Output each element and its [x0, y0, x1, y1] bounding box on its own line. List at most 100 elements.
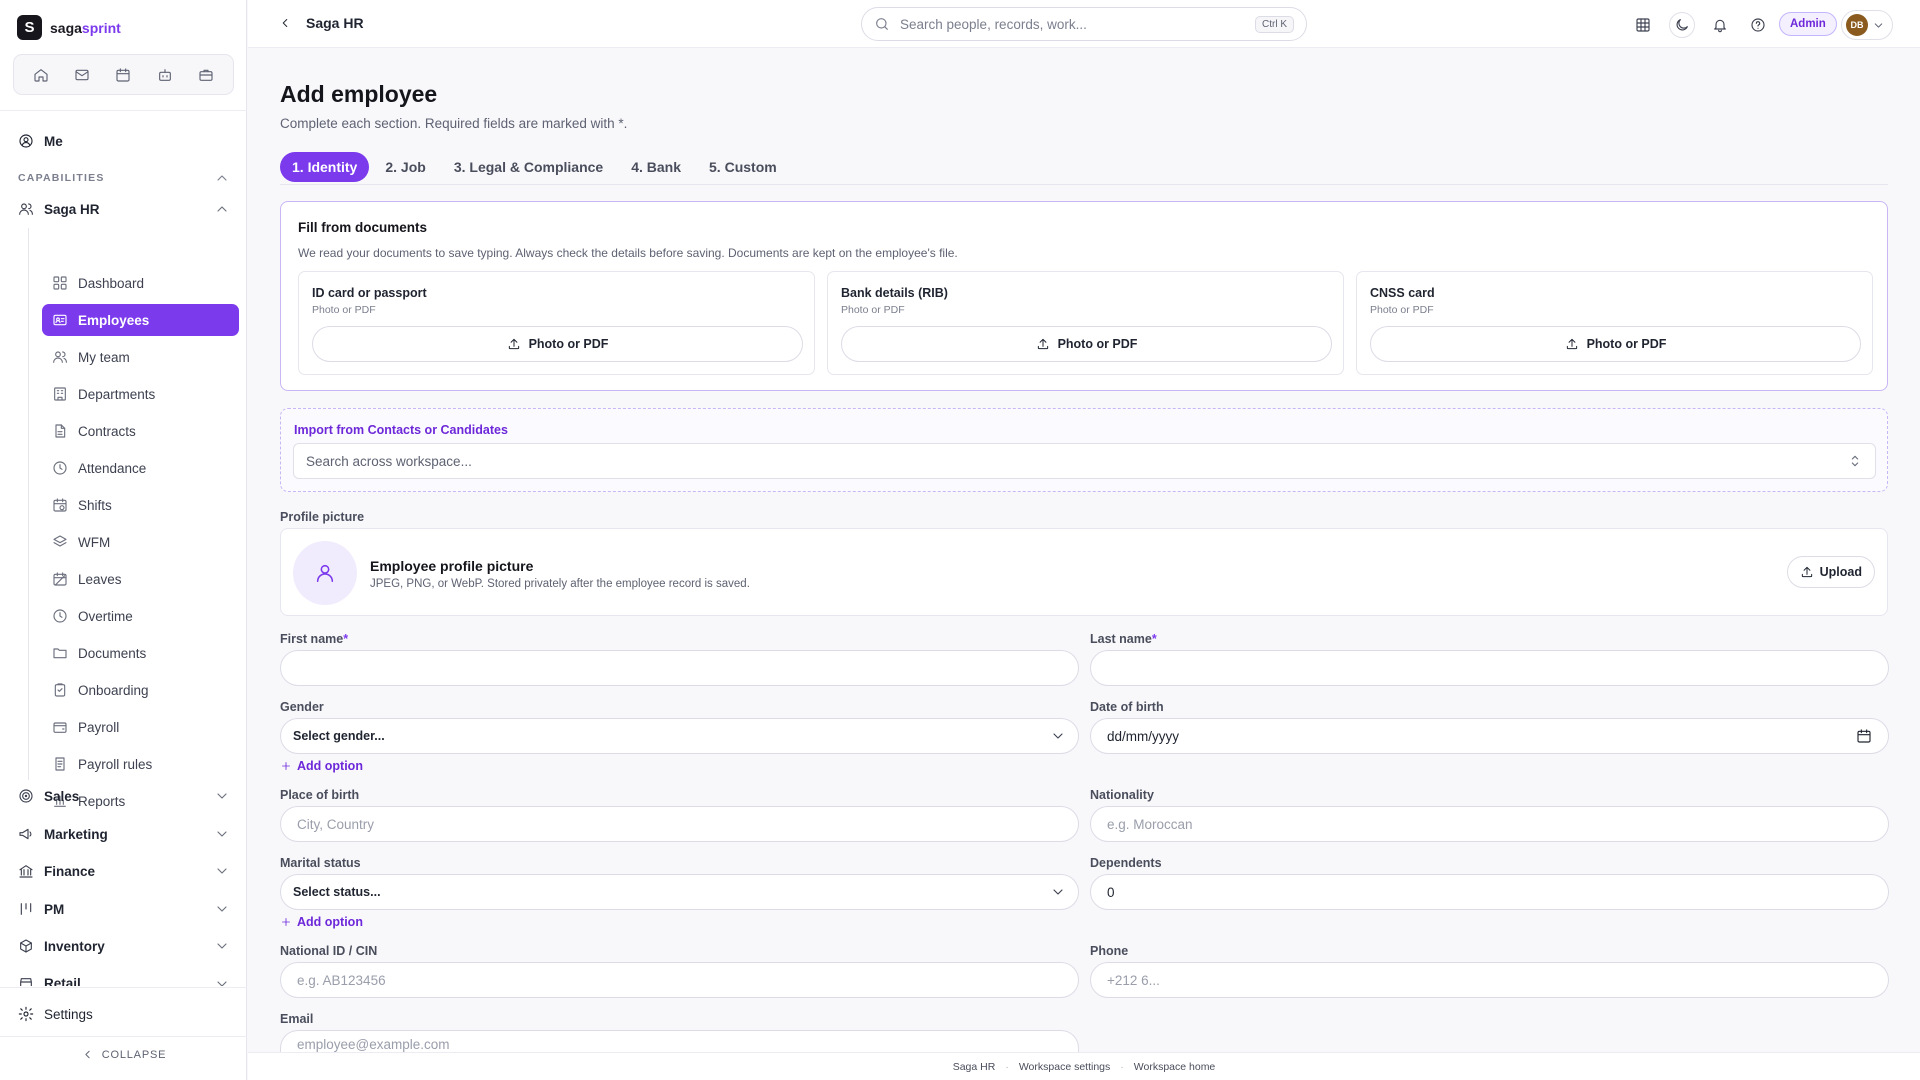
date-of-birth-field[interactable]: dd/mm/yyyy — [1090, 718, 1889, 754]
tab-step-1[interactable]: 1. Identity — [280, 152, 370, 182]
import-search-select[interactable]: Search across workspace... — [293, 443, 1876, 479]
add-option-label: Add option — [297, 915, 363, 929]
chevron-up-icon[interactable] — [214, 170, 230, 186]
calendar-clock-icon — [53, 498, 67, 512]
gender-select[interactable]: Select gender... — [280, 718, 1079, 754]
add-gender-option-button[interactable]: Add option — [280, 759, 363, 773]
first-name-field[interactable] — [280, 650, 1079, 686]
avatar-placeholder — [293, 541, 357, 605]
chevron-down-icon — [1874, 22, 1883, 28]
upload-button[interactable]: Upload — [1786, 556, 1875, 588]
sidebar-item-documents[interactable]: Documents — [42, 637, 239, 669]
national-id-field[interactable]: e.g. AB123456 — [280, 962, 1079, 998]
marital-status-select[interactable]: Select status... — [280, 874, 1079, 910]
dependents-field[interactable]: 0 — [1090, 874, 1889, 910]
tab-step-5[interactable]: 5. Custom — [697, 152, 789, 182]
sidebar-item-my-team[interactable]: My team — [42, 341, 239, 373]
sidebar-item-payroll[interactable]: Payroll — [42, 711, 239, 743]
sidebar-group-finance[interactable]: Finance — [18, 863, 230, 879]
footer-link[interactable]: Saga HR — [953, 1061, 996, 1073]
footer-link[interactable]: Workspace settings — [1019, 1061, 1110, 1073]
brand-logo[interactable]: S sagasprint — [17, 15, 121, 40]
upload-icon — [1566, 338, 1577, 350]
document-upload-button[interactable]: Photo or PDF — [841, 326, 1332, 362]
sidebar-item-onboarding[interactable]: Onboarding — [42, 674, 239, 706]
sidebar-item-contracts[interactable]: Contracts — [42, 415, 239, 447]
help-icon[interactable] — [1745, 12, 1771, 38]
chevron-down-icon — [217, 981, 227, 986]
store-icon — [20, 978, 32, 986]
bell-icon[interactable] — [1707, 12, 1733, 38]
search-input[interactable]: Search people, records, work... Ctrl K — [861, 7, 1307, 41]
sidebar-item-overtime[interactable]: Overtime — [42, 600, 239, 632]
sidebar-item-employees[interactable]: Employees — [42, 304, 239, 336]
sidebar-group-saga-hr[interactable]: Saga HR — [18, 201, 230, 217]
documents-description: We read your documents to save typing. A… — [298, 246, 958, 260]
page-subtitle: Complete each section. Required fields a… — [280, 116, 628, 131]
sidebar-item-leaves[interactable]: Leaves — [42, 563, 239, 595]
sidebar-item-departments[interactable]: Departments — [42, 378, 239, 410]
tab-step-4[interactable]: 4. Bank — [619, 152, 693, 182]
national-id-placeholder: e.g. AB123456 — [297, 972, 386, 988]
footer-link[interactable]: Workspace home — [1134, 1061, 1216, 1073]
moon-icon[interactable] — [1669, 12, 1695, 38]
apps-grid-icon[interactable] — [1630, 12, 1656, 38]
briefcase-icon[interactable] — [191, 60, 221, 90]
document-upload-button[interactable]: Photo or PDF — [1370, 326, 1861, 362]
calendar-icon[interactable] — [1856, 728, 1872, 744]
chevron-down-icon — [217, 868, 227, 874]
bot-icon[interactable] — [150, 60, 180, 90]
account-menu[interactable]: DB — [1841, 10, 1893, 40]
chevron-down-icon — [217, 793, 227, 799]
tab-step-2[interactable]: 2. Job — [373, 152, 437, 182]
import-placeholder: Search across workspace... — [306, 453, 472, 469]
kanban-icon — [20, 903, 32, 915]
document-upload-button[interactable]: Photo or PDF — [312, 326, 803, 362]
calendar-icon[interactable] — [108, 60, 138, 90]
tab-step-3[interactable]: 3. Legal & Compliance — [442, 152, 615, 182]
sidebar-item-label: Payroll rules — [78, 756, 153, 772]
sidebar-group-label: Inventory — [44, 938, 105, 954]
required-mark: * — [1151, 632, 1157, 646]
sidebar-item-payroll-rules[interactable]: Payroll rules — [42, 748, 239, 780]
import-panel: Import from Contacts or Candidates Searc… — [280, 408, 1888, 492]
sidebar-item-wfm[interactable]: WFM — [42, 526, 239, 558]
place-of-birth-field[interactable]: City, Country — [280, 806, 1079, 842]
chevron-down-icon — [217, 943, 227, 949]
sidebar-item-dashboard[interactable]: Dashboard — [42, 267, 239, 299]
phone-field[interactable]: +212 6... — [1090, 962, 1889, 998]
nationality-field[interactable]: e.g. Moroccan — [1090, 806, 1889, 842]
mail-icon[interactable] — [67, 60, 97, 90]
sidebar-group-saga-hr-label: Saga HR — [44, 201, 100, 217]
place-of-birth-label: Place of birth — [280, 788, 360, 802]
dob-label: Date of birth — [1090, 700, 1164, 714]
chevron-left-icon[interactable] — [278, 16, 292, 30]
breadcrumb[interactable]: Saga HR — [278, 15, 364, 31]
sidebar-group-inventory[interactable]: Inventory — [18, 938, 230, 954]
document-upload-label: Photo or PDF — [1586, 337, 1667, 351]
sidebar-item-attendance[interactable]: Attendance — [42, 452, 239, 484]
last-name-label: Last name* — [1090, 632, 1157, 646]
footer-separator: · — [1120, 1060, 1124, 1073]
add-marital-option-button[interactable]: Add option — [280, 915, 363, 929]
last-name-field[interactable] — [1090, 650, 1889, 686]
sidebar-group-sales[interactable]: Sales — [18, 788, 230, 804]
document-card: ID card or passport Photo or PDF Photo or … — [298, 271, 815, 375]
sidebar-item-shifts[interactable]: Shifts — [42, 489, 239, 521]
avatar: DB — [1846, 14, 1868, 36]
sidebar-item-settings[interactable]: Settings — [18, 1006, 93, 1022]
sidebar-group-marketing[interactable]: Marketing — [18, 826, 230, 842]
gender-value: Select gender... — [293, 729, 385, 743]
document-card-hint: Photo or PDF — [1370, 304, 1434, 316]
phone-label: Phone — [1090, 944, 1129, 958]
sidebar-divider — [0, 110, 247, 111]
sidebar-group-retail[interactable]: Retail — [18, 976, 230, 986]
email-field[interactable]: employee@example.com — [280, 1030, 1079, 1052]
document-card-title: ID card or passport — [312, 286, 427, 300]
home-icon[interactable] — [26, 60, 56, 90]
sidebar-group-pm[interactable]: PM — [18, 901, 230, 917]
chevron-up-icon — [217, 206, 227, 212]
sidebar-item-me[interactable]: Me — [18, 133, 63, 149]
collapse-button[interactable]: COLLAPSE — [0, 1048, 247, 1061]
chevron-down-icon — [217, 906, 227, 912]
